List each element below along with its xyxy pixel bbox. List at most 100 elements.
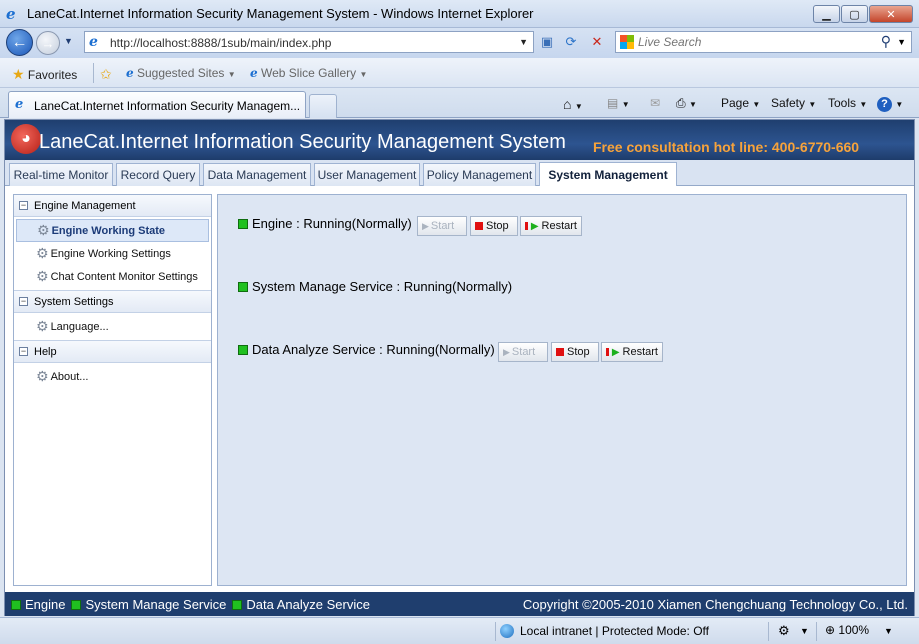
- chevron-down-icon: ▼: [574, 102, 583, 111]
- play-icon: ▶: [422, 220, 429, 231]
- data-analyze-service-label: Data Analyze Service : Running(Normally): [252, 342, 495, 357]
- app-banner: ◕ LaneCat.Internet Information Security …: [5, 120, 914, 160]
- tab-ie-icon: e: [15, 97, 24, 112]
- compatibility-view-button[interactable]: ▣: [536, 32, 558, 52]
- add-to-favorites-bar-button[interactable]: ✩: [100, 66, 112, 83]
- security-zone[interactable]: Local intranet | Protected Mode: Off: [500, 624, 709, 638]
- address-url[interactable]: http://localhost:8888/1sub/main/index.ph…: [110, 36, 331, 50]
- zoom-level[interactable]: ⊕ 100%: [825, 623, 869, 637]
- tab-policy-management[interactable]: Policy Management: [423, 163, 536, 186]
- tools-menu[interactable]: Tools ▼: [828, 96, 867, 110]
- web-slice-gallery-label: Web Slice Gallery: [260, 66, 357, 80]
- system-manage-service-label: System Manage Service : Running(Normally…: [252, 279, 513, 294]
- divider: [816, 622, 817, 641]
- lanecat-logo-icon: ◕: [11, 124, 41, 154]
- search-input[interactable]: [638, 34, 868, 50]
- search-icon[interactable]: ⚲: [881, 33, 891, 50]
- divider: [495, 622, 496, 641]
- forward-arrow-icon: →: [41, 35, 55, 51]
- engine-restart-button[interactable]: ▶ Restart: [520, 216, 582, 236]
- live-search-icon: [620, 35, 634, 49]
- sidebar-item-engine-working-state[interactable]: ⚙ Engine Working State: [16, 219, 209, 242]
- help-button[interactable]: ? ▼: [877, 96, 903, 112]
- browser-tab-active[interactable]: e LaneCat.Internet Information Security …: [8, 91, 306, 118]
- data-analyze-service-status: Data Analyze Service : Running(Normally): [238, 342, 495, 357]
- service-status-legend: Engine System Manage Service Data Analyz…: [11, 597, 370, 612]
- sidebar-item-language[interactable]: ⚙ Language...: [16, 315, 209, 338]
- sidebar-item-label: About...: [50, 370, 89, 383]
- play-green-icon: ▶: [530, 220, 539, 232]
- data-analyze-restart-button[interactable]: ▶ Restart: [601, 342, 663, 362]
- collapse-icon[interactable]: −: [19, 297, 28, 306]
- new-tab-button[interactable]: [309, 94, 337, 118]
- collapse-icon[interactable]: −: [19, 347, 28, 356]
- tab-record-query[interactable]: Record Query: [116, 163, 200, 186]
- forward-button[interactable]: →: [36, 31, 60, 55]
- safety-menu[interactable]: Safety ▼: [771, 96, 816, 110]
- stop-button[interactable]: ✕: [586, 32, 608, 52]
- sidebar-group-engine-management[interactable]: − Engine Management: [14, 195, 211, 217]
- page-icon: e: [89, 34, 98, 50]
- close-button[interactable]: ✕: [869, 5, 913, 23]
- minimize-button[interactable]: ▁: [813, 5, 840, 23]
- collapse-icon[interactable]: −: [19, 201, 28, 210]
- browser-status-bar: Local intranet | Protected Mode: Off ⚙ ▼…: [0, 617, 919, 644]
- sidebar-item-engine-working-settings[interactable]: ⚙ Engine Working Settings: [16, 242, 209, 265]
- search-options-dropdown[interactable]: ▼: [897, 37, 906, 47]
- sidebar-item-about[interactable]: ⚙ About...: [16, 365, 209, 388]
- chevron-down-icon: ▼: [621, 100, 630, 109]
- hotline-text: Free consultation hot line: 400-6770-660: [593, 139, 860, 155]
- window-titlebar: e LaneCat.Internet Information Security …: [0, 0, 919, 28]
- back-button[interactable]: ←: [6, 29, 33, 56]
- sidebar-group-system-settings[interactable]: − System Settings: [14, 291, 211, 313]
- chevron-down-icon: ▼: [688, 100, 697, 109]
- tab-row: e LaneCat.Internet Information Security …: [0, 88, 919, 118]
- stop-label: Stop: [486, 220, 509, 232]
- favorites-label: Favorites: [27, 68, 78, 82]
- gear-icon: ⚙: [36, 245, 49, 261]
- sidebar-item-label: Chat Content Monitor Settings: [50, 270, 198, 283]
- protected-mode-icon[interactable]: ⚙: [778, 623, 790, 639]
- tab-real-time-monitor[interactable]: Real-time Monitor: [9, 163, 113, 186]
- home-button[interactable]: ⌂ ▼: [563, 96, 583, 112]
- chevron-down-icon: ▼: [227, 70, 236, 79]
- chevron-down-icon[interactable]: ▼: [800, 626, 809, 636]
- web-slice-gallery-button[interactable]: e Web Slice Gallery ▼: [250, 66, 367, 80]
- tab-data-management[interactable]: Data Management: [203, 163, 311, 186]
- data-analyze-stop-button[interactable]: Stop: [551, 342, 599, 362]
- print-button[interactable]: ⎙ ▼: [676, 96, 697, 111]
- search-box[interactable]: ⚲ ▼: [615, 31, 912, 53]
- sidebar-group-help[interactable]: − Help: [14, 341, 211, 363]
- page-content: ◕ LaneCat.Internet Information Security …: [4, 119, 915, 616]
- tab-user-management[interactable]: User Management: [314, 163, 420, 186]
- status-led-icon: [232, 599, 243, 610]
- favorites-button[interactable]: ★ Favorites: [12, 66, 77, 83]
- data-analyze-start-button[interactable]: ▶ Start: [498, 342, 548, 362]
- recent-pages-dropdown[interactable]: ▼: [64, 36, 73, 46]
- main-menu: Real-time Monitor Record Query Data Mana…: [5, 160, 914, 186]
- favorites-star-icon: ★: [12, 66, 25, 82]
- stop-square-icon: [606, 348, 609, 356]
- start-label: Start: [511, 346, 536, 358]
- chevron-down-icon: ▼: [752, 100, 761, 109]
- suggested-sites-button[interactable]: e Suggested Sites ▼: [126, 66, 236, 80]
- tab-system-management[interactable]: System Management: [539, 162, 677, 186]
- safety-menu-label: Safety: [771, 96, 806, 110]
- zoom-dropdown-icon[interactable]: ▼: [884, 626, 893, 636]
- address-dropdown-icon[interactable]: ▼: [519, 37, 528, 47]
- chevron-down-icon: ▼: [859, 100, 868, 109]
- refresh-button[interactable]: ⟳: [560, 32, 582, 52]
- maximize-button[interactable]: ▢: [841, 5, 868, 23]
- engine-stop-button[interactable]: Stop: [470, 216, 518, 236]
- sidebar-item-chat-content-monitor-settings[interactable]: ⚙ Chat Content Monitor Settings: [16, 265, 209, 288]
- engine-start-button[interactable]: ▶ Start: [417, 216, 467, 236]
- address-bar[interactable]: e http://localhost:8888/1sub/main/index.…: [84, 31, 534, 53]
- page-menu[interactable]: Page ▼: [721, 96, 760, 110]
- local-intranet-icon: [500, 624, 514, 638]
- ie-page-icon: e: [126, 66, 134, 80]
- restart-label: Restart: [622, 346, 658, 358]
- feeds-icon: ▤: [607, 96, 619, 110]
- address-row: ← → ▼ e http://localhost:8888/1sub/main/…: [0, 28, 919, 58]
- feeds-button[interactable]: ▤ ▼: [607, 96, 630, 110]
- read-mail-button[interactable]: ✉: [650, 96, 660, 110]
